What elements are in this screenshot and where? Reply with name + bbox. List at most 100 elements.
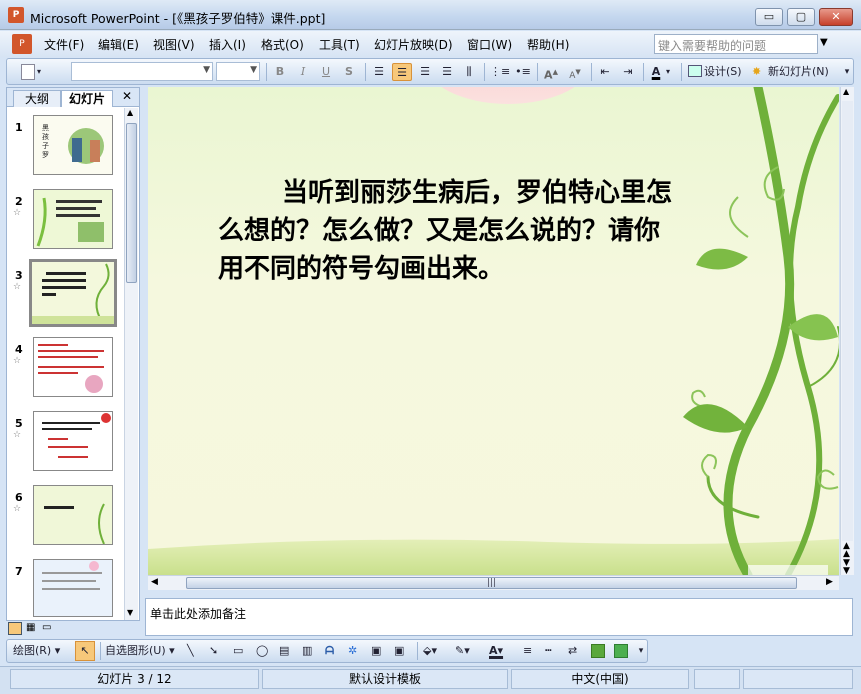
scroll-up-icon[interactable]: ▲ xyxy=(843,87,849,96)
autoshapes-menu-button[interactable]: 自选图形(U) ▾ xyxy=(105,642,175,660)
arrow-style-icon[interactable]: ⇄ xyxy=(568,642,577,660)
new-dropdown-icon[interactable]: ▾ xyxy=(37,63,41,81)
scrollbar-thumb[interactable]: ||| xyxy=(186,577,797,589)
slide-number: 5 xyxy=(15,417,23,430)
document-icon[interactable]: P xyxy=(12,34,32,54)
draw-font-color-icon[interactable]: A▾ xyxy=(489,642,503,660)
picture-icon[interactable]: ▣ xyxy=(394,642,404,660)
toolbar-options-icon[interactable]: ▾ xyxy=(637,642,645,660)
svg-text:罗: 罗 xyxy=(42,151,49,159)
line-tool-icon[interactable]: ╲ xyxy=(187,642,194,660)
decrease-indent-icon[interactable]: ⇤ xyxy=(596,63,614,81)
3d-style-icon[interactable] xyxy=(614,644,628,658)
previous-slide-icon[interactable]: ▲ ▲ xyxy=(843,542,850,559)
normal-view-icon[interactable] xyxy=(8,622,22,635)
clipart-icon[interactable]: ▣ xyxy=(371,642,381,660)
menu-file[interactable]: 文件(F) xyxy=(44,36,84,53)
scrollbar-thumb[interactable] xyxy=(126,123,137,283)
draw-menu-button[interactable]: 绘图(R) ▾ xyxy=(13,642,60,660)
title-bar: P Microsoft PowerPoint - [《黑孩子罗伯特》课件.ppt… xyxy=(0,0,861,30)
font-name-select[interactable]: ▼ xyxy=(71,62,213,81)
increase-indent-icon[interactable]: ⇥ xyxy=(619,63,637,81)
scroll-left-icon[interactable]: ◀ xyxy=(151,577,158,587)
menu-format[interactable]: 格式(O) xyxy=(261,36,304,53)
line-color-icon[interactable]: ✎▾ xyxy=(455,642,470,660)
slide-thumbnail-1[interactable]: 黑 孩 子 罗 xyxy=(33,115,113,175)
diagram-icon[interactable]: ✲ xyxy=(348,642,357,660)
slide-thumbnail-3-selected[interactable] xyxy=(29,259,117,327)
menu-window[interactable]: 窗口(W) xyxy=(467,36,512,53)
shrink-font-icon[interactable]: A▼ xyxy=(566,63,584,81)
rectangle-tool-icon[interactable]: ▭ xyxy=(233,642,243,660)
scrollbar-track[interactable] xyxy=(842,101,853,541)
help-dropdown-icon[interactable]: ▼ xyxy=(820,37,828,48)
powerpoint-app-icon[interactable]: P xyxy=(8,7,24,23)
tab-slides[interactable]: 幻灯片 xyxy=(61,90,113,107)
oval-tool-icon[interactable]: ◯ xyxy=(256,642,268,660)
new-slide-icon: ✸ xyxy=(752,65,762,78)
slideshow-view-icon[interactable]: ▭ xyxy=(42,622,51,633)
slides-pane-scrollbar[interactable]: ▲ ▼ xyxy=(124,108,138,620)
next-slide-icon[interactable]: ▼ ▼ xyxy=(843,559,850,576)
slide-body-text[interactable]: 当听到丽莎生病后，罗伯特心里怎么想的？怎么做？又是怎么说的？请你用不同的符号勾画… xyxy=(218,174,678,288)
notes-pane[interactable]: 单击此处添加备注 xyxy=(145,598,853,636)
font-color-dropdown-icon[interactable]: ▾ xyxy=(666,63,670,81)
slide-thumbnail-5[interactable] xyxy=(33,411,113,471)
underline-button[interactable]: U xyxy=(318,63,334,81)
align-left-icon[interactable]: ☰ xyxy=(370,63,388,81)
fill-color-icon[interactable]: ⬙▾ xyxy=(423,642,437,660)
slide-thumbnail-2[interactable] xyxy=(33,189,113,249)
slide-vertical-scrollbar[interactable]: ▲ ▲ ▲ ▼ ▼ xyxy=(840,87,854,576)
status-bar: 幻灯片 3 / 12 默认设计模板 中文(中国) xyxy=(0,666,861,694)
font-color-icon[interactable]: A xyxy=(647,63,665,81)
animation-star-icon: ☆ xyxy=(13,504,22,514)
minimize-button[interactable]: ▭ xyxy=(755,8,783,26)
menu-edit[interactable]: 编辑(E) xyxy=(98,36,139,53)
menu-insert[interactable]: 插入(I) xyxy=(209,36,246,53)
grow-font-icon[interactable]: A▲ xyxy=(542,63,560,82)
shadow-button[interactable]: S xyxy=(341,63,357,81)
slide-horizontal-scrollbar[interactable]: ◀ ||| ▶ xyxy=(148,575,839,590)
new-slide-button[interactable]: ✸ 新幻灯片(N) xyxy=(752,63,829,81)
design-icon xyxy=(688,65,702,77)
help-search-input[interactable]: 键入需要帮助的问题 xyxy=(654,34,818,54)
scroll-right-icon[interactable]: ▶ xyxy=(826,577,833,587)
slide-thumbnail-6[interactable] xyxy=(33,485,113,545)
align-right-icon[interactable]: ☰ xyxy=(416,63,434,81)
close-window-button[interactable]: ✕ xyxy=(819,8,853,26)
shadow-style-icon[interactable] xyxy=(591,644,605,658)
menu-slideshow[interactable]: 幻灯片放映(D) xyxy=(374,36,453,53)
menu-view[interactable]: 视图(V) xyxy=(153,36,195,53)
maximize-button[interactable]: ▢ xyxy=(787,8,815,26)
slide-canvas[interactable]: 当听到丽莎生病后，罗伯特心里怎么想的？怎么做？又是怎么说的？请你用不同的符号勾画… xyxy=(148,87,839,575)
italic-button[interactable]: I xyxy=(295,63,311,81)
align-center-icon[interactable]: ☰ xyxy=(392,63,412,81)
formatting-toolbar: ▾ ▼ ▼ B I U S ☰ ☰ ☰ ☰ ⫼ ⋮≡ •≡ A▲ A▼ ⇤ ⇥ … xyxy=(6,58,854,85)
dash-style-icon[interactable]: ┅ xyxy=(545,642,552,660)
slide-thumbnail-4[interactable] xyxy=(33,337,113,397)
toolbar-options-icon[interactable]: ▾ xyxy=(843,63,851,81)
slide-thumbnail-7[interactable] xyxy=(33,559,113,617)
wordart-icon[interactable]: ᗩ xyxy=(325,642,334,660)
font-size-select[interactable]: ▼ xyxy=(216,62,260,81)
design-button[interactable]: 设计(S) xyxy=(686,63,742,81)
bold-button[interactable]: B xyxy=(272,63,288,81)
line-style-icon[interactable]: ≡ xyxy=(523,642,532,660)
textbox-tool-icon[interactable]: ▤ xyxy=(279,642,289,660)
scroll-up-icon[interactable]: ▲ xyxy=(127,108,133,117)
slide-sorter-view-icon[interactable]: ▦ xyxy=(26,622,35,633)
new-document-icon[interactable] xyxy=(21,64,35,80)
close-pane-icon[interactable]: ✕ xyxy=(122,89,132,103)
justify-icon[interactable]: ☰ xyxy=(438,63,456,81)
vertical-textbox-icon[interactable]: ▥ xyxy=(302,642,312,660)
menu-tools[interactable]: 工具(T) xyxy=(319,36,360,53)
arrow-tool-icon[interactable]: ➘ xyxy=(209,642,218,660)
tab-outline[interactable]: 大纲 xyxy=(13,90,61,107)
menu-help[interactable]: 帮助(H) xyxy=(527,36,569,53)
distributed-icon[interactable]: ⫼ xyxy=(460,63,478,81)
bullets-icon[interactable]: •≡ xyxy=(514,63,532,81)
scroll-down-icon[interactable]: ▼ xyxy=(127,608,133,617)
numbering-icon[interactable]: ⋮≡ xyxy=(490,63,510,81)
slide-background-art xyxy=(148,87,839,575)
select-pointer-icon[interactable]: ↖ xyxy=(75,641,95,661)
